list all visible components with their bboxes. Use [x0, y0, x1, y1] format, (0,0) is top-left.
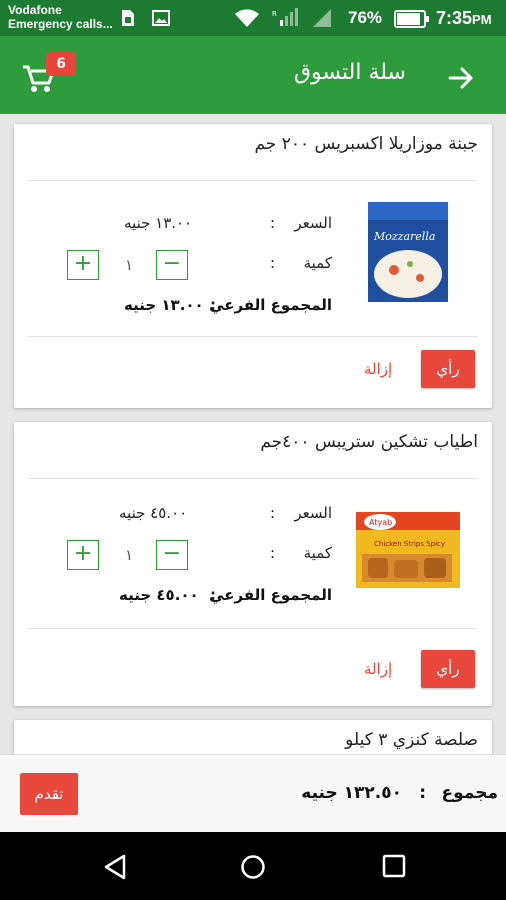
price-value: ٤٥.٠٠ جنيه [119, 504, 188, 522]
colon: : [210, 586, 216, 604]
signal-icon-2 [312, 8, 332, 32]
subtotal-label: المجموع الفرعي [209, 586, 332, 604]
cart-item-card: صلصة كنزي ٣ كيلو [14, 720, 492, 754]
colon: : [419, 783, 426, 803]
colon: : [270, 254, 276, 272]
divider [28, 628, 478, 629]
back-icon[interactable] [102, 854, 128, 884]
battery-icon [394, 10, 430, 32]
divider [28, 180, 478, 181]
colon: : [270, 504, 276, 522]
product-image[interactable]: Atyab Chicken Strips Spicy [354, 510, 462, 594]
increase-quantity-button[interactable]: + [67, 540, 99, 570]
subtotal-value: ١٣.٠٠ جنيه [124, 296, 204, 314]
sim-icon [120, 9, 136, 31]
product-title: اطياب تشكين ستريبس ٤٠٠جم [260, 432, 478, 452]
price-label: السعر [294, 504, 332, 522]
increase-quantity-button[interactable]: + [67, 250, 99, 280]
subtotal-value: ٤٥.٠٠ جنيه [119, 586, 199, 604]
cart-item-card: اطياب تشكين ستريبس ٤٠٠جم Atyab Chicken S… [14, 422, 492, 706]
decrease-quantity-button[interactable]: − [156, 540, 188, 570]
clock-time: 7:35 [436, 8, 473, 28]
quantity-value: ١ [125, 546, 134, 564]
svg-text:Atyab: Atyab [369, 518, 392, 527]
carrier-name: Vodafone [8, 3, 62, 17]
colon: : [270, 214, 276, 232]
carrier-info: Vodafone Emergency calls... [8, 3, 113, 31]
remove-link[interactable]: إزالة [364, 360, 392, 378]
svg-text:Chicken Strips Spicy: Chicken Strips Spicy [374, 540, 445, 548]
system-nav-bar [0, 832, 506, 900]
page-title: سلة التسوق [293, 60, 406, 85]
product-title: صلصة كنزي ٣ كيلو [345, 730, 478, 750]
colon: : [210, 296, 216, 314]
cart-footer: تقدم ١٣٢.٥٠ جنيه : مجموع [0, 754, 506, 833]
total-value: ١٣٢.٥٠ جنيه [301, 783, 402, 803]
wifi-icon [234, 8, 260, 32]
clock: 7:35PM [436, 8, 492, 29]
divider [28, 336, 478, 337]
app-bar: 6 سلة التسوق [0, 36, 506, 114]
recents-icon[interactable] [382, 854, 406, 882]
subtotal-label: المجموع الفرعي [209, 296, 332, 314]
battery-percent: 76% [348, 8, 383, 27]
svg-text:Mozzarella: Mozzarella [373, 230, 435, 243]
arrow-right-icon[interactable] [448, 66, 474, 94]
remove-link[interactable]: إزالة [364, 660, 392, 678]
price-label: السعر [294, 214, 332, 232]
home-icon[interactable] [240, 854, 266, 884]
signal-icon: R [272, 6, 300, 32]
decrease-quantity-button[interactable]: − [156, 250, 188, 280]
product-title: جبنة موزاريلا اكسبريس ٢٠٠ جم [254, 134, 478, 154]
review-button[interactable]: رأي [421, 350, 475, 388]
product-image[interactable]: Mozzarella [366, 200, 450, 308]
cart-count-badge: 6 [46, 52, 76, 76]
price-value: ١٣.٠٠ جنيه [124, 214, 193, 232]
svg-text:R: R [272, 10, 277, 18]
cart-list[interactable]: جبنة موزاريلا اكسبريس ٢٠٠ جم Mozzarella … [0, 114, 506, 754]
divider [28, 478, 478, 479]
quantity-label: كمية [303, 254, 332, 272]
status-bar: Vodafone Emergency calls... R 76% 7:35PM [0, 0, 506, 36]
quantity-value: ١ [125, 256, 134, 274]
checkout-button[interactable]: تقدم [20, 773, 78, 815]
quantity-label: كمية [303, 544, 332, 562]
clock-suffix: PM [472, 12, 492, 27]
total-label: مجموع [441, 783, 498, 803]
carrier-sub: Emergency calls... [8, 17, 113, 31]
cart-item-card: جبنة موزاريلا اكسبريس ٢٠٠ جم Mozzarella … [14, 124, 492, 408]
image-icon [152, 10, 170, 30]
colon: : [270, 544, 276, 562]
review-button[interactable]: رأي [421, 650, 475, 688]
